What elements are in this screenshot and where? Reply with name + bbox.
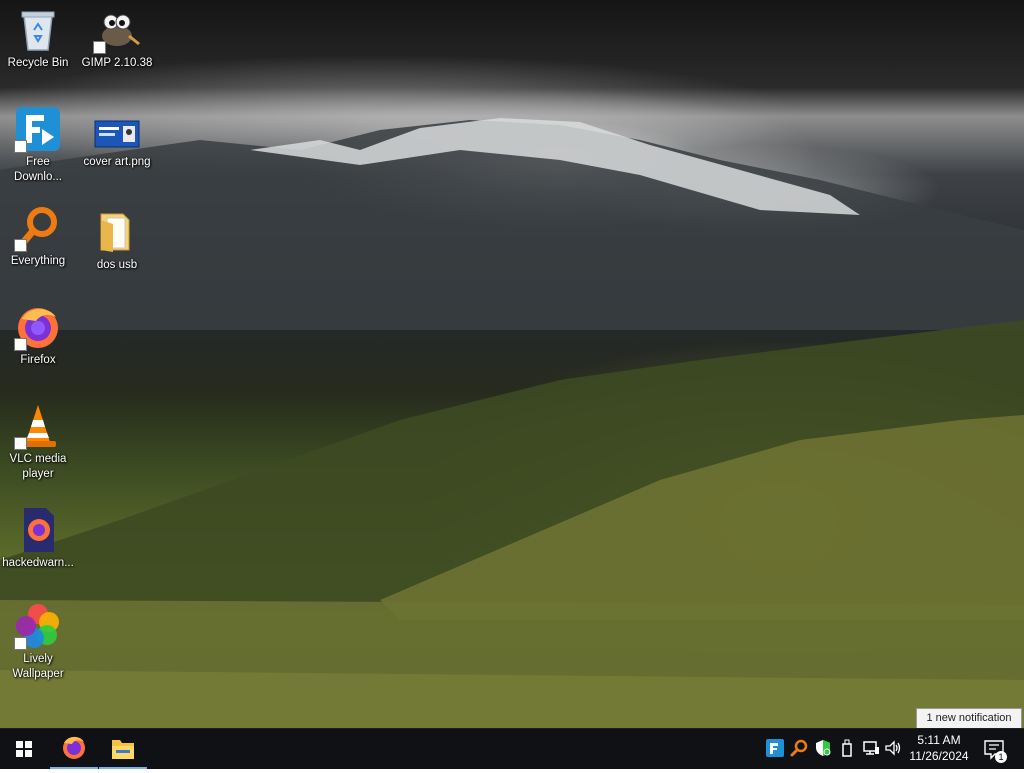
desktop-icon-free-download-manager[interactable]: Free Downlo...: [0, 105, 76, 185]
taskbar-clock[interactable]: 5:11 AM 11/26/2024: [902, 732, 976, 764]
shortcut-arrow-icon: [14, 140, 27, 153]
desktop-icon-cover-art[interactable]: cover art.png: [79, 115, 155, 170]
desktop-icon-label: Free Downlo...: [14, 156, 62, 183]
desktop-icon-recycle-bin[interactable]: Recycle Bin: [0, 6, 76, 71]
desktop-icon-label: Firefox: [20, 354, 56, 366]
folder-icon: [93, 208, 141, 256]
desktop-icon-gimp[interactable]: GIMP 2.10.38: [79, 6, 155, 71]
desktop-icon-lively-wallpaper[interactable]: Lively Wallpaper: [0, 602, 76, 682]
security-shield-icon[interactable]: [814, 739, 832, 757]
desktop-icon-label: Recycle Bin: [7, 57, 69, 69]
desktop-icon-label: GIMP 2.10.38: [81, 57, 153, 69]
shortcut-arrow-icon: [93, 41, 106, 54]
desktop-icon-label: cover art.png: [83, 156, 151, 168]
vlc-cone-icon: [14, 402, 62, 450]
lively-wallpaper-icon: [14, 602, 62, 650]
desktop-icon-vlc[interactable]: VLC media player: [0, 402, 76, 482]
folder-icon: [112, 740, 134, 759]
image-file-icon: [93, 115, 141, 153]
network-icon[interactable]: [862, 739, 880, 757]
taskbar-file-explorer-button[interactable]: [99, 729, 147, 769]
windows-logo-icon: [16, 741, 32, 757]
shortcut-arrow-icon: [14, 437, 27, 450]
desktop-icon-firefox[interactable]: Firefox: [0, 303, 76, 368]
desktop-icon-everything[interactable]: Everything: [0, 204, 76, 269]
taskbar: 5:11 AM 11/26/2024: [0, 728, 1024, 769]
firefox-html-file-icon: [14, 506, 62, 554]
desktop-icon-label: dos usb: [96, 259, 138, 271]
volume-icon[interactable]: [884, 739, 902, 757]
free-download-manager-icon[interactable]: [766, 739, 784, 757]
gimp-icon: [93, 6, 141, 54]
clock-date: 11/26/2024: [909, 749, 969, 763]
notification-tooltip: 1 new notification: [916, 708, 1022, 730]
firefox-icon: [63, 736, 85, 759]
desktop-icon-label: VLC media player: [9, 453, 67, 480]
desktop-icon-dos-usb[interactable]: dos usb: [79, 208, 155, 273]
clock-time: 5:11 AM: [917, 733, 961, 747]
shortcut-arrow-icon: [14, 637, 27, 650]
everything-search-icon[interactable]: [790, 739, 808, 757]
notification-count-badge: 1: [995, 751, 1007, 763]
firefox-icon: [14, 303, 62, 351]
start-button[interactable]: [0, 729, 48, 769]
desktop-icon-label: hackedwarn...: [2, 557, 74, 569]
shortcut-arrow-icon: [14, 338, 27, 351]
usb-drive-icon[interactable]: [838, 739, 856, 757]
free-download-manager-icon: [14, 105, 62, 153]
desktop-icon-label: Everything: [10, 255, 66, 267]
shortcut-arrow-icon: [14, 239, 27, 252]
desktop-icon-label: Lively Wallpaper: [12, 653, 64, 680]
desktop-icon-hackedwarn[interactable]: hackedwarn...: [0, 506, 76, 571]
taskbar-firefox-button[interactable]: [50, 729, 98, 769]
recycle-bin-icon: [14, 6, 62, 54]
wallpaper-landscape: [0, 118, 1024, 728]
everything-search-icon: [14, 204, 62, 252]
